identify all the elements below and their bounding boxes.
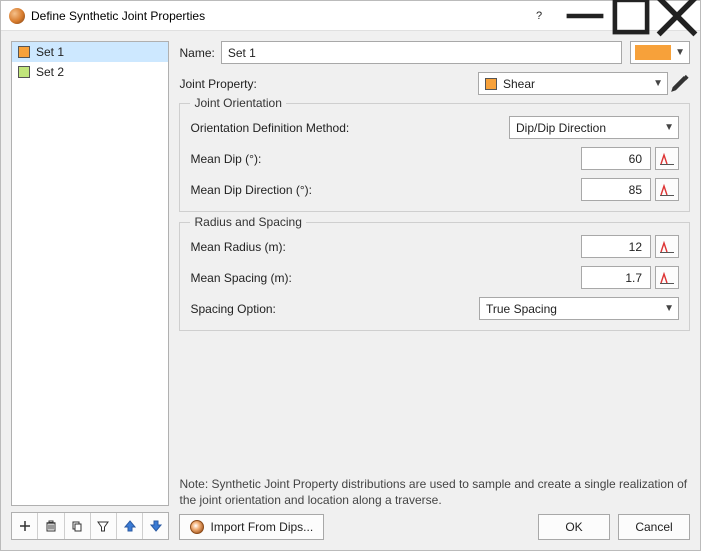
- dialog-window: Define Synthetic Joint Properties ? Set …: [0, 0, 701, 551]
- mean-dipdir-label: Mean Dip Direction (°):: [190, 183, 581, 197]
- app-icon: [9, 8, 25, 24]
- chevron-down-icon: ▼: [664, 122, 674, 133]
- radius-distribution-button[interactable]: [655, 235, 679, 258]
- joint-orientation-group: Joint Orientation Orientation Definition…: [179, 103, 690, 212]
- set-list[interactable]: Set 1 Set 2: [11, 41, 169, 506]
- joint-property-label: Joint Property:: [179, 77, 256, 91]
- copy-set-button[interactable]: [65, 513, 91, 539]
- filter-button[interactable]: [91, 513, 117, 539]
- set-item-2[interactable]: Set 2: [12, 62, 168, 82]
- group-legend: Joint Orientation: [190, 96, 285, 110]
- mean-dip-input[interactable]: [581, 147, 651, 170]
- name-input[interactable]: [221, 41, 622, 64]
- set-swatch-icon: [18, 66, 30, 78]
- import-from-dips-button[interactable]: Import From Dips...: [179, 514, 324, 540]
- mean-spacing-label: Mean Spacing (m):: [190, 271, 581, 285]
- help-button[interactable]: ?: [516, 1, 562, 31]
- joint-property-value: Shear: [503, 77, 647, 91]
- window-title: Define Synthetic Joint Properties: [31, 9, 205, 23]
- orientation-method-select[interactable]: Dip/Dip Direction ▼: [509, 116, 679, 139]
- chevron-down-icon: ▼: [664, 303, 674, 314]
- group-legend: Radius and Spacing: [190, 215, 305, 229]
- name-label: Name:: [179, 46, 214, 60]
- dips-icon: [190, 520, 204, 534]
- chevron-down-icon: ▼: [653, 78, 663, 89]
- mean-dipdir-input[interactable]: [581, 178, 651, 201]
- color-swatch-icon: [635, 45, 671, 60]
- joint-property-swatch-icon: [485, 78, 497, 90]
- dip-distribution-button[interactable]: [655, 147, 679, 170]
- maximize-button[interactable]: [608, 1, 654, 31]
- radius-spacing-group: Radius and Spacing Mean Radius (m): Mean…: [179, 222, 690, 331]
- minimize-button[interactable]: [562, 1, 608, 31]
- set-toolbar: [11, 512, 169, 540]
- set-item-label: Set 1: [36, 45, 64, 59]
- spacing-option-select[interactable]: True Spacing ▼: [479, 297, 679, 320]
- close-button[interactable]: [654, 1, 700, 31]
- set-swatch-icon: [18, 46, 30, 58]
- note-text: Note: Synthetic Joint Property distribut…: [179, 476, 690, 508]
- ok-button[interactable]: OK: [538, 514, 610, 540]
- spacing-option-label: Spacing Option:: [190, 302, 479, 316]
- color-picker[interactable]: ▼: [630, 41, 690, 64]
- edit-joint-property-button[interactable]: [668, 73, 690, 95]
- chevron-down-icon: ▼: [675, 47, 685, 58]
- titlebar: Define Synthetic Joint Properties ?: [1, 1, 700, 31]
- cancel-button[interactable]: Cancel: [618, 514, 690, 540]
- mean-dip-label: Mean Dip (°):: [190, 152, 581, 166]
- add-set-button[interactable]: [12, 513, 38, 539]
- move-up-button[interactable]: [117, 513, 143, 539]
- mean-radius-label: Mean Radius (m):: [190, 240, 581, 254]
- dipdir-distribution-button[interactable]: [655, 178, 679, 201]
- set-item-label: Set 2: [36, 65, 64, 79]
- mean-radius-input[interactable]: [581, 235, 651, 258]
- delete-set-button[interactable]: [38, 513, 64, 539]
- orientation-method-label: Orientation Definition Method:: [190, 121, 509, 135]
- mean-spacing-input[interactable]: [581, 266, 651, 289]
- spacing-distribution-button[interactable]: [655, 266, 679, 289]
- move-down-button[interactable]: [143, 513, 168, 539]
- set-item-1[interactable]: Set 1: [12, 42, 168, 62]
- joint-property-select[interactable]: Shear ▼: [478, 72, 668, 95]
